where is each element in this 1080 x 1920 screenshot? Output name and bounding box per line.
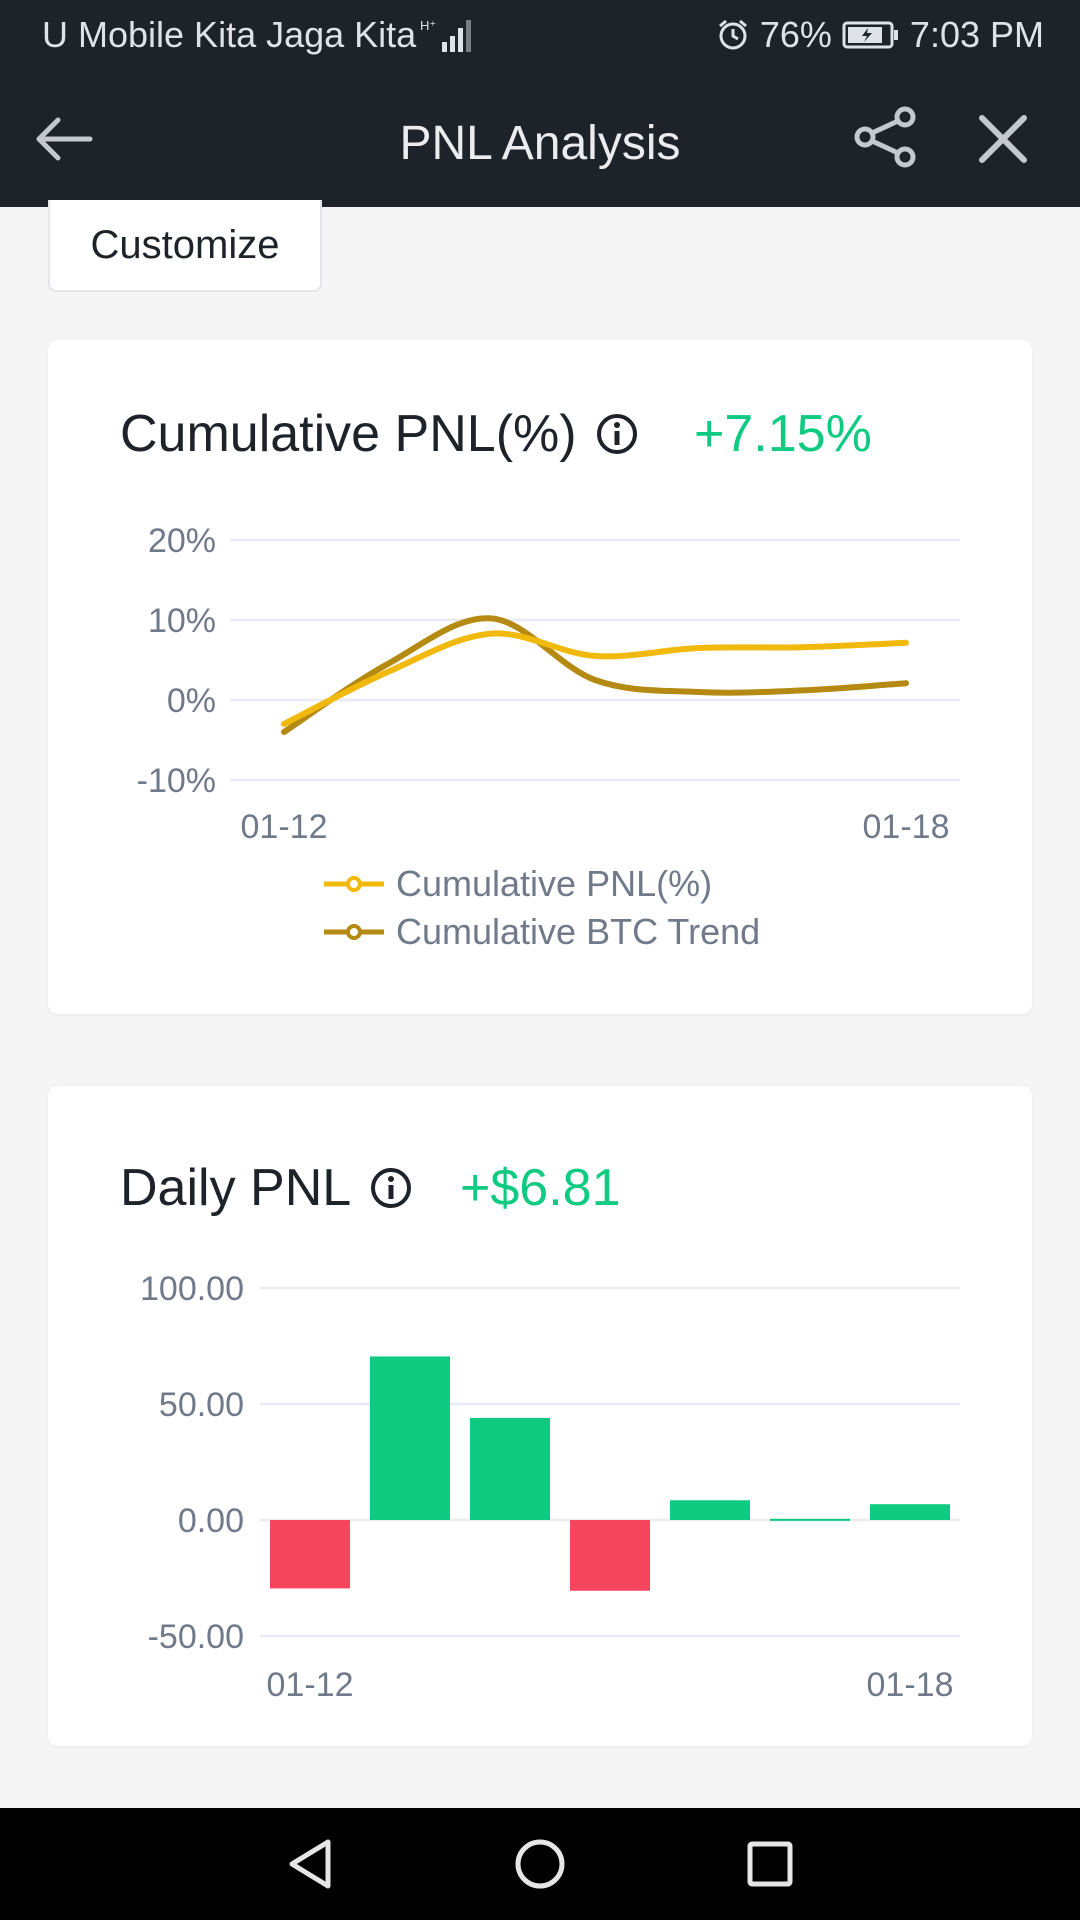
y-tick-label: -10% (137, 762, 216, 800)
app-bar: PNL Analysis (0, 74, 1080, 207)
y-tick-label: 0.00 (178, 1502, 244, 1540)
battery-icon (842, 21, 898, 49)
signal-icon: H⁺ (420, 18, 471, 52)
y-tick-label: 50.00 (159, 1386, 244, 1424)
cumulative-pnl-chart: 20% 10% 0% -10% 01-12 01-18 (137, 522, 960, 846)
close-icon[interactable] (968, 104, 1038, 174)
status-right: 76% 7:03 PM (716, 14, 1044, 56)
share-icon[interactable] (850, 102, 920, 172)
bar (570, 1520, 650, 1591)
x-tick-label: 01-12 (241, 808, 328, 846)
y-tick-label: 20% (148, 522, 216, 560)
nav-back-icon[interactable] (280, 1834, 340, 1894)
bar (470, 1417, 550, 1520)
chart-legend: Cumulative PNL(%) Cumulative BTC Trend (324, 860, 760, 956)
daily-pnl-card: Daily PNL +$6.81 100.00 50.00 0.00 -50.00 01… (48, 1086, 1032, 1746)
battery-percent: 76% (759, 14, 832, 55)
y-tick-label: 10% (148, 602, 216, 640)
svg-text:H⁺: H⁺ (420, 18, 436, 33)
legend-swatch-pnl (324, 874, 384, 894)
cumulative-pnl-card: Cumulative PNL(%) +7.15% 20% 10% 0% -10% 01-… (48, 340, 1032, 1014)
nav-recents-icon[interactable] (740, 1834, 800, 1894)
carrier-name: U Mobile Kita Jaga Kita (42, 14, 417, 55)
daily-pnl-chart: 100.00 50.00 0.00 -50.00 01-12 01-18 (140, 1270, 960, 1704)
x-tick-label: 01-18 (867, 1666, 954, 1704)
y-tick-label: 0% (167, 682, 216, 720)
system-nav-bar (0, 1808, 1080, 1920)
legend-label-pnl: Cumulative PNL(%) (396, 863, 713, 904)
bar (270, 1520, 350, 1589)
legend-swatch-btc (324, 922, 384, 942)
x-tick-label: 01-18 (863, 808, 950, 846)
bar (870, 1504, 950, 1520)
legend-item-btc[interactable]: Cumulative BTC Trend (324, 908, 760, 956)
alarm-icon (718, 19, 747, 50)
legend-item-pnl[interactable]: Cumulative PNL(%) (324, 860, 760, 908)
bar (370, 1356, 450, 1520)
y-tick-label: -50.00 (148, 1618, 244, 1656)
customize-button[interactable]: Customize (48, 200, 322, 292)
nav-home-icon[interactable] (510, 1834, 570, 1894)
status-bar: U Mobile Kita Jaga Kita H⁺ 76% 7:03 PM (0, 0, 1080, 74)
bar (670, 1500, 750, 1520)
status-time: 7:03 PM (909, 14, 1044, 55)
y-tick-label: 100.00 (140, 1270, 244, 1308)
x-tick-label: 01-12 (267, 1666, 354, 1704)
legend-label-btc: Cumulative BTC Trend (396, 911, 761, 952)
bar (770, 1518, 850, 1521)
